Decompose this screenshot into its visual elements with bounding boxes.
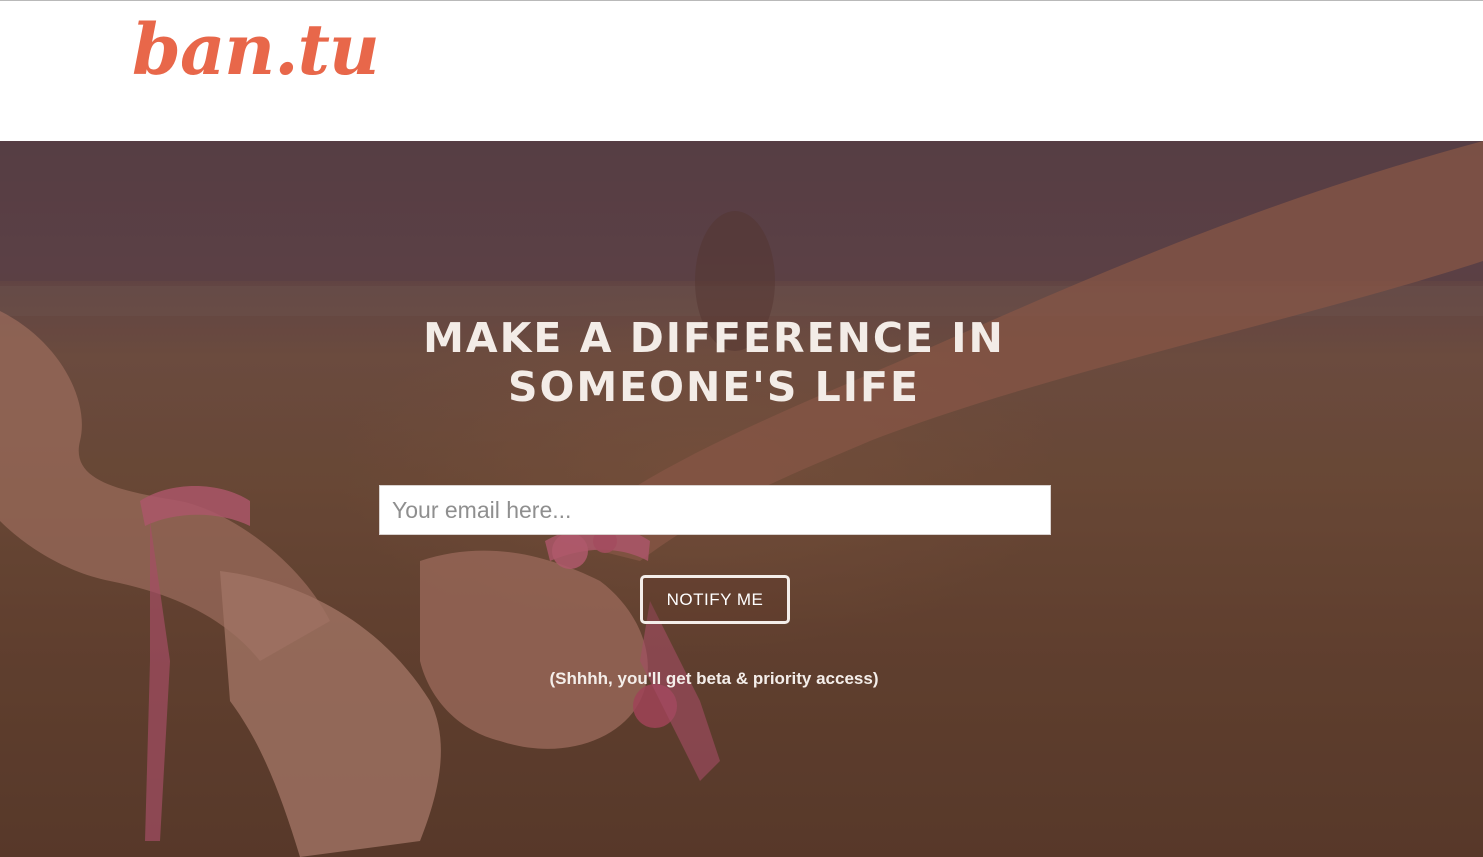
- email-input[interactable]: [379, 485, 1051, 535]
- site-header: ban.tu: [0, 1, 1483, 141]
- hero-section: MAKE A DIFFERENCE IN SOMEONE'S LIFE NOTI…: [0, 141, 1483, 857]
- hero-headline: MAKE A DIFFERENCE IN SOMEONE'S LIFE: [0, 314, 1428, 412]
- hero-headline-line2: SOMEONE'S LIFE: [507, 363, 921, 411]
- brand-logo[interactable]: ban.tu: [132, 15, 380, 85]
- hero-headline-line1: MAKE A DIFFERENCE IN: [423, 314, 1005, 362]
- beta-access-note: (Shhhh, you'll get beta & priority acces…: [549, 669, 879, 688]
- notify-me-button[interactable]: NOTIFY ME: [640, 575, 790, 624]
